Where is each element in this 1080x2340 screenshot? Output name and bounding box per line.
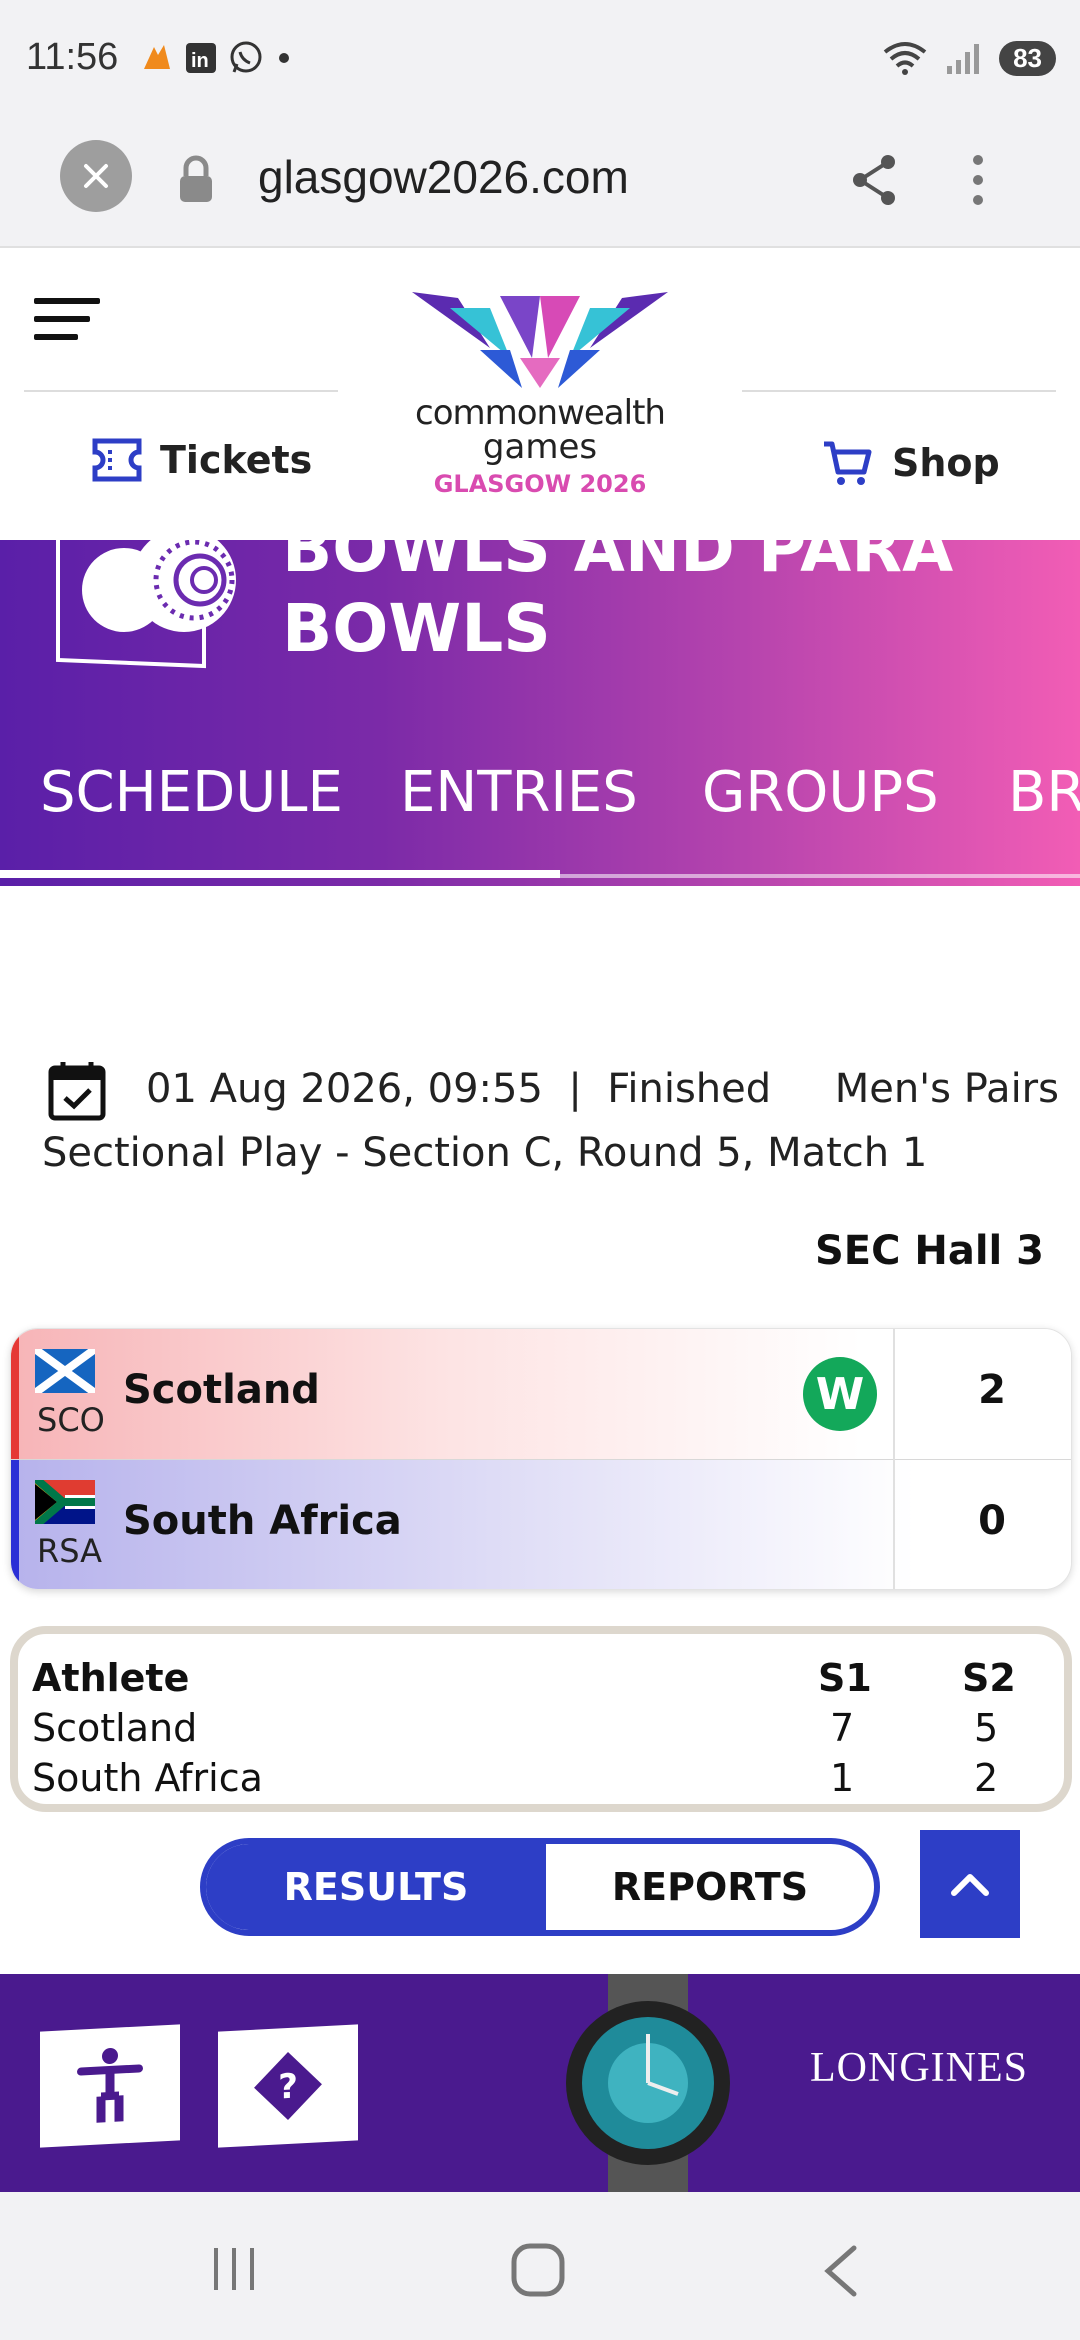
linkedin-icon: in: [186, 43, 216, 73]
recent-apps-icon[interactable]: [210, 2244, 260, 2294]
browser-url-bar: glasgow2026.com: [0, 120, 1080, 248]
results-button[interactable]: RESULTS: [206, 1844, 546, 1930]
score-card[interactable]: SCO Scotland W 2 RSA South Africa 0: [10, 1328, 1072, 1590]
dot-icon: [279, 53, 289, 63]
svg-text:in: in: [191, 50, 209, 72]
sets-row-athlete: Scotland: [32, 1706, 198, 1750]
notification-icons: in: [140, 40, 294, 76]
sets-row-s2: 2: [974, 1756, 999, 1800]
tab-active-indicator: [0, 870, 560, 878]
team-name: Scotland: [123, 1367, 320, 1413]
svg-text:?: ?: [278, 2067, 298, 2108]
shop-link[interactable]: Shop: [822, 438, 1000, 488]
scroll-to-top-button[interactable]: [920, 1830, 1020, 1938]
tab-groups[interactable]: GROUPS: [702, 760, 939, 825]
whatsapp-icon: [230, 41, 262, 73]
wifi-icon: [883, 42, 927, 75]
url-text[interactable]: glasgow2026.com: [258, 150, 629, 204]
status-time: 11:56: [26, 36, 119, 78]
reports-button[interactable]: REPORTS: [546, 1844, 874, 1930]
more-options-icon[interactable]: [968, 152, 988, 212]
bowls-icon: [56, 540, 236, 669]
system-icons: 83: [881, 38, 1056, 78]
watch-ad-image[interactable]: [548, 1974, 748, 2192]
accessibility-icon: [77, 2047, 143, 2123]
help-button[interactable]: ?: [218, 2024, 358, 2148]
team-code: RSA: [37, 1532, 103, 1570]
sets-header-s1: S1: [818, 1656, 872, 1700]
team-name: South Africa: [123, 1498, 402, 1544]
logo-text-commonwealth: commonwealth: [415, 393, 666, 433]
tab-brackets[interactable]: BR: [1008, 760, 1080, 825]
sets-row-s1: 1: [830, 1756, 855, 1800]
sets-header-athlete: Athlete: [32, 1656, 190, 1700]
logo-text-glasgow: GLASGOW 2026: [433, 470, 647, 498]
cart-icon: [824, 441, 872, 485]
site-header: commonwealth games GLASGOW 2026 Tickets …: [0, 248, 1080, 540]
scotland-flag-icon: [35, 1349, 95, 1393]
calendar-icon: [48, 1062, 106, 1121]
logo-text-games: games: [482, 427, 598, 467]
win-badge: W: [803, 1357, 877, 1431]
team-row-sco: SCO Scotland W 2: [11, 1329, 1071, 1459]
sets-row-s2: 5: [974, 1706, 999, 1750]
sponsor-logo[interactable]: LONGINES: [810, 2044, 1028, 2092]
system-navigation-bar: [0, 2192, 1080, 2340]
results-reports-toggle: RESULTS REPORTS: [200, 1838, 880, 1936]
header-divider-left: [24, 390, 338, 392]
tab-entries[interactable]: ENTRIES: [400, 760, 638, 825]
shop-label: Shop: [892, 441, 1000, 485]
footer: ? LONGINES: [0, 1974, 1080, 2192]
accessibility-button[interactable]: [40, 2024, 180, 2148]
chevron-up-icon: [951, 1874, 989, 1896]
sets-row-athlete: South Africa: [32, 1756, 263, 1800]
lock-icon[interactable]: [176, 154, 216, 204]
column-divider: [893, 1329, 895, 1589]
sport-banner: BOWLS AND PARA BOWLS SCHEDULE ENTRIES GR…: [0, 540, 1080, 886]
south-africa-flag-icon: [35, 1480, 95, 1524]
team-row-rsa: RSA South Africa 0: [11, 1460, 1071, 1589]
header-divider-right: [742, 390, 1056, 392]
status-bar: 11:56 in 83: [0, 0, 1080, 120]
sport-title-line1: BOWLS AND PARA: [282, 540, 954, 587]
sets-row-s1: 7: [830, 1706, 855, 1750]
team-score: 2: [978, 1367, 1006, 1413]
back-icon[interactable]: [820, 2244, 860, 2298]
match-datetime-status: 01 Aug 2026, 09:55 | Finished Men's Pair…: [146, 1066, 1059, 1112]
match-venue: SEC Hall 3: [814, 1228, 1044, 1274]
sets-table: Athlete S1 S2 Scotland 7 5 South Africa …: [10, 1626, 1072, 1812]
share-icon[interactable]: [850, 152, 900, 208]
team-score: 0: [978, 1498, 1006, 1544]
match-phase: Sectional Play - Section C, Round 5, Mat…: [42, 1130, 928, 1176]
commonwealth-games-logo[interactable]: commonwealth games GLASGOW 2026: [405, 288, 675, 498]
close-icon: [84, 164, 108, 188]
fire-app-icon: [144, 45, 170, 69]
sport-title-line2: BOWLS: [282, 590, 551, 667]
tickets-link[interactable]: Tickets: [92, 438, 312, 482]
tickets-label: Tickets: [160, 438, 313, 482]
close-tab-button[interactable]: [60, 140, 132, 212]
logo-mark-icon: [412, 292, 668, 388]
ticket-icon: [92, 438, 142, 482]
sets-header-s2: S2: [962, 1656, 1016, 1700]
help-icon: ?: [254, 2052, 322, 2120]
battery-icon: 83: [999, 40, 1056, 76]
row-divider: [11, 1459, 1071, 1460]
team-code: SCO: [37, 1401, 105, 1439]
signal-icon: [947, 44, 980, 74]
home-icon[interactable]: [510, 2242, 566, 2298]
tab-schedule[interactable]: SCHEDULE: [40, 760, 343, 825]
menu-icon[interactable]: [34, 298, 100, 352]
